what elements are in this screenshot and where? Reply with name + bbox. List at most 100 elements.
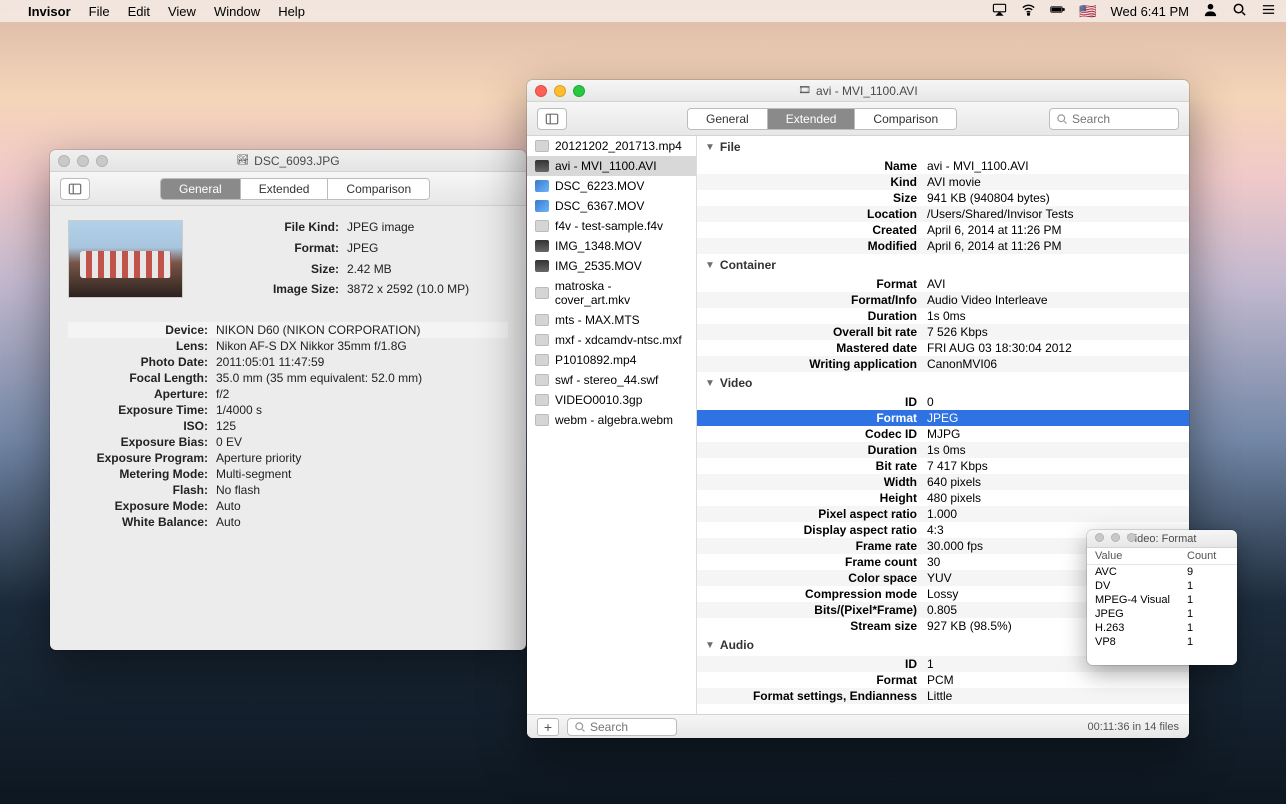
sidebar-toggle-button[interactable] [60,178,90,200]
detail-row[interactable]: ISO:125 [68,418,508,434]
property-row[interactable]: CreatedApril 6, 2014 at 11:26 PM [697,222,1189,238]
file-list-item[interactable]: DSC_6367.MOV [527,196,696,216]
titlebar[interactable]: Video: Format [1087,530,1237,548]
disclosure-triangle-icon[interactable]: ▼ [705,640,715,651]
add-button[interactable]: + [537,718,559,736]
detail-row[interactable]: Lens:Nikon AF-S DX Nikkor 35mm f/1.8G [68,338,508,354]
search-input[interactable] [1072,112,1152,126]
detail-row[interactable]: Exposure Mode:Auto [68,498,508,514]
file-list-item[interactable]: f4v - test-sample.f4v [527,216,696,236]
property-row[interactable]: Format/InfoAudio Video Interleave [697,292,1189,308]
property-row[interactable]: Mastered dateFRI AUG 03 18:30:04 2012 [697,340,1189,356]
toolbar-search[interactable] [1049,108,1179,130]
zoom-button[interactable] [96,155,108,167]
summary-row[interactable]: VP81 [1087,635,1237,649]
file-list-item[interactable]: webm - algebra.webm [527,410,696,430]
group-header[interactable]: ▼Video [697,372,1189,394]
file-list-item[interactable]: IMG_1348.MOV [527,236,696,256]
summary-row[interactable]: JPEG1 [1087,607,1237,621]
close-button[interactable] [1095,533,1104,542]
property-row[interactable]: FormatPCM [697,672,1189,688]
property-row[interactable]: Nameavi - MVI_1100.AVI [697,158,1189,174]
detail-row[interactable]: Aperture:f/2 [68,386,508,402]
detail-row[interactable]: Focal Length:35.0 mm (35 mm equivalent: … [68,370,508,386]
minimize-button[interactable] [554,85,566,97]
property-row[interactable]: FormatAVI [697,276,1189,292]
property-row[interactable]: Duration1s 0ms [697,308,1189,324]
tab-extended[interactable]: Extended [240,179,328,199]
file-list-item[interactable]: 20121202_201713.mp4 [527,136,696,156]
detail-row[interactable]: White Balance:Auto [68,514,508,530]
app-menu[interactable]: Invisor [28,4,71,19]
menu-help[interactable]: Help [278,4,305,19]
property-row[interactable]: Codec IDMJPG [697,426,1189,442]
airplay-icon[interactable] [992,2,1007,20]
disclosure-triangle-icon[interactable]: ▼ [705,378,715,389]
file-list-item[interactable]: VIDEO0010.3gp [527,390,696,410]
property-row[interactable]: Pixel aspect ratio1.000 [697,506,1189,522]
menu-window[interactable]: Window [214,4,260,19]
group-header[interactable]: ▼Container [697,254,1189,276]
file-list-item[interactable]: swf - stereo_44.swf [527,370,696,390]
wifi-icon[interactable] [1021,2,1036,20]
summary-row[interactable]: DV1 [1087,579,1237,593]
property-row[interactable]: FormatJPEG [697,410,1189,426]
sidebar-toggle-button[interactable] [537,108,567,130]
property-row[interactable]: Width640 pixels [697,474,1189,490]
detail-row[interactable]: Metering Mode:Multi-segment [68,466,508,482]
property-row[interactable]: ID0 [697,394,1189,410]
tab-general[interactable]: General [688,109,767,129]
footer-search[interactable] [567,718,677,736]
detail-row[interactable]: Flash:No flash [68,482,508,498]
group-header[interactable]: ▼File [697,136,1189,158]
detail-row[interactable]: Exposure Bias:0 EV [68,434,508,450]
tab-comparison[interactable]: Comparison [854,109,956,129]
flag-icon[interactable]: 🇺🇸 [1079,3,1096,20]
disclosure-triangle-icon[interactable]: ▼ [705,260,715,271]
titlebar[interactable]: 🏞 DSC_6093.JPG [50,150,526,172]
tab-general[interactable]: General [161,179,240,199]
minimize-button[interactable] [77,155,89,167]
detail-row[interactable]: Photo Date:2011:05:01 11:47:59 [68,354,508,370]
menu-edit[interactable]: Edit [128,4,150,19]
user-icon[interactable] [1203,2,1218,20]
property-row[interactable]: Size941 KB (940804 bytes) [697,190,1189,206]
close-button[interactable] [58,155,70,167]
property-row[interactable]: Overall bit rate7 526 Kbps [697,324,1189,340]
detail-row[interactable]: Device:NIKON D60 (NIKON CORPORATION) [68,322,508,338]
file-list-item[interactable]: P1010892.mp4 [527,350,696,370]
tab-extended[interactable]: Extended [767,109,855,129]
property-row[interactable]: Height480 pixels [697,490,1189,506]
file-list-item[interactable]: avi - MVI_1100.AVI [527,156,696,176]
summary-row[interactable]: H.2631 [1087,621,1237,635]
file-list-item[interactable]: mts - MAX.MTS [527,310,696,330]
property-row[interactable]: ModifiedApril 6, 2014 at 11:26 PM [697,238,1189,254]
search-input[interactable] [590,720,660,734]
detail-row[interactable]: Exposure Program:Aperture priority [68,450,508,466]
property-row[interactable]: Format settings, EndiannessLittle [697,688,1189,704]
menu-file[interactable]: File [89,4,110,19]
close-button[interactable] [535,85,547,97]
property-row[interactable]: Duration1s 0ms [697,442,1189,458]
file-list-item[interactable]: DSC_6223.MOV [527,176,696,196]
summary-row[interactable]: AVC9 [1087,565,1237,579]
zoom-button[interactable] [1127,533,1136,542]
menubar-clock[interactable]: Wed 6:41 PM [1110,4,1189,19]
file-list-item[interactable]: matroska - cover_art.mkv [527,276,696,310]
minimize-button[interactable] [1111,533,1120,542]
property-row[interactable]: KindAVI movie [697,174,1189,190]
disclosure-triangle-icon[interactable]: ▼ [705,142,715,153]
spotlight-icon[interactable] [1232,2,1247,20]
property-row[interactable]: Bit rate7 417 Kbps [697,458,1189,474]
zoom-button[interactable] [573,85,585,97]
summary-row[interactable]: MPEG-4 Visual1 [1087,593,1237,607]
titlebar[interactable]: 🎞 avi - MVI_1100.AVI [527,80,1189,102]
file-list-item[interactable]: mxf - xdcamdv-ntsc.mxf [527,330,696,350]
column-count-header[interactable]: Count [1187,550,1229,562]
battery-icon[interactable] [1050,2,1065,20]
file-list-item[interactable]: IMG_2535.MOV [527,256,696,276]
property-row[interactable]: Location/Users/Shared/Invisor Tests [697,206,1189,222]
tab-comparison[interactable]: Comparison [327,179,429,199]
menu-view[interactable]: View [168,4,196,19]
column-value-header[interactable]: Value [1095,550,1187,562]
